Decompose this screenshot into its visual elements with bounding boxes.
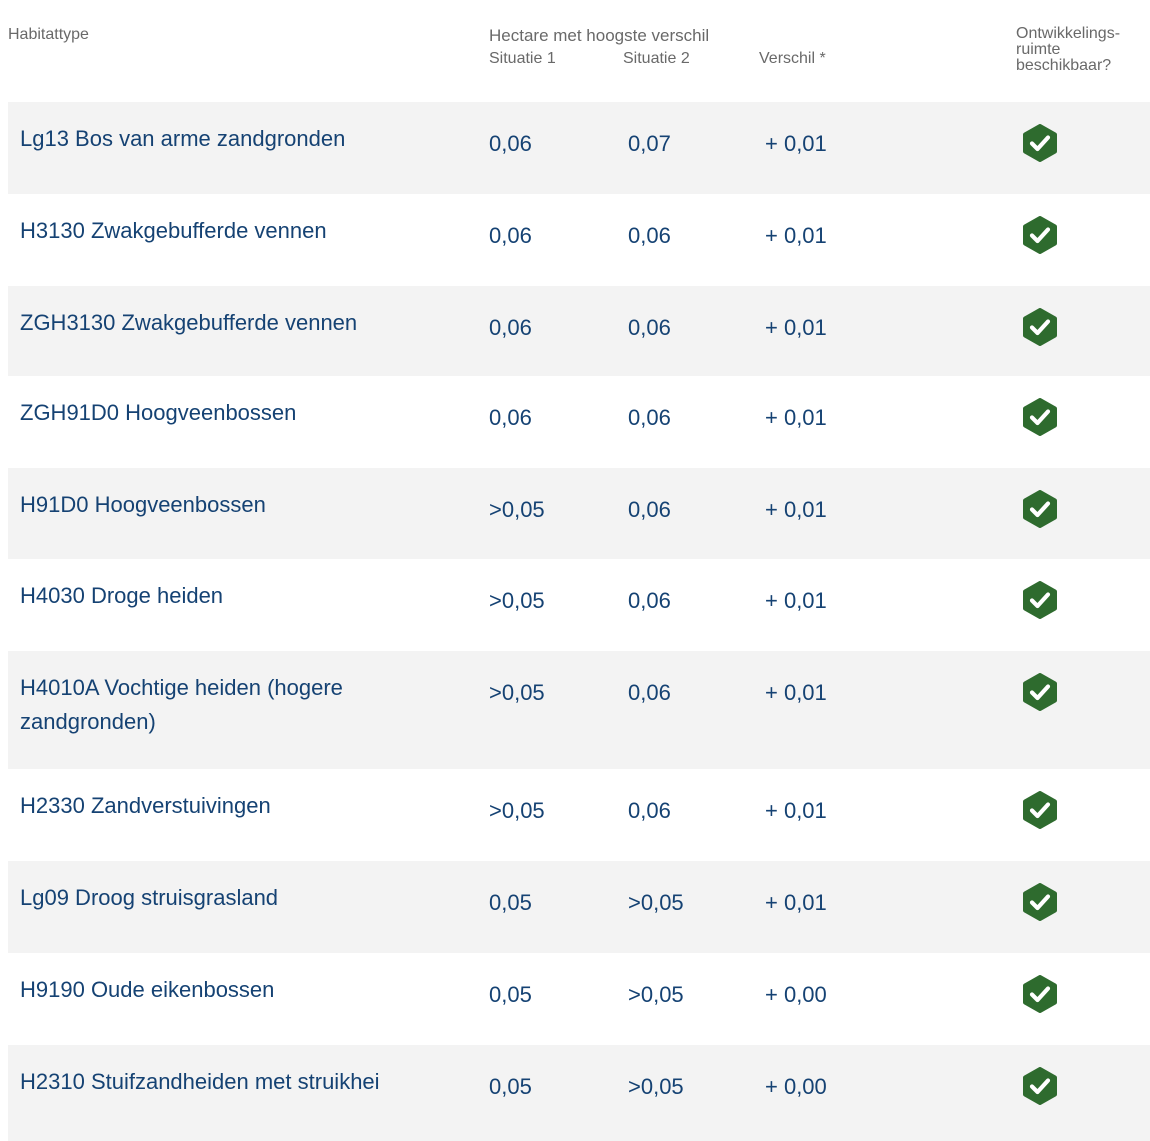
- table-row: ZGH3130 Zwakgebufferde vennen 0,06 0,06 + 0…: [8, 286, 1150, 376]
- table-body: Lg13 Bos van arme zandgronden 0,06 0,07 + 0…: [8, 102, 1150, 1141]
- header-situation-2: Situatie 2: [623, 50, 690, 67]
- situation-1-value: 0,06: [489, 223, 532, 248]
- situation-2-value: >0,05: [628, 890, 684, 915]
- habitat-name[interactable]: H3130 Zwakgebufferde vennen: [20, 214, 460, 248]
- header-development-line2: ruimte: [1016, 41, 1061, 58]
- difference-value: + 0,01: [765, 680, 827, 705]
- check-badge-icon: [1021, 581, 1059, 619]
- situation-2-value: 0,06: [628, 588, 671, 613]
- table-row: H2330 Zandverstuivingen >0,05 0,06 + 0,01: [8, 769, 1150, 861]
- table-row: H3130 Zwakgebufferde vennen 0,06 0,06 + 0,0…: [8, 194, 1150, 286]
- table-row: Lg09 Droog struisgrasland 0,05 >0,05 + 0,01: [8, 861, 1150, 953]
- check-badge-icon: [1021, 975, 1059, 1013]
- check-badge-icon: [1021, 791, 1059, 829]
- difference-value: + 0,01: [765, 131, 827, 156]
- difference-value: + 0,01: [765, 315, 827, 340]
- situation-2-value: 0,06: [628, 405, 671, 430]
- habitat-name[interactable]: H2330 Zandverstuivingen: [20, 789, 460, 823]
- difference-value: + 0,01: [765, 497, 827, 522]
- situation-1-value: 0,06: [489, 131, 532, 156]
- habitat-name[interactable]: ZGH91D0 Hoogveenbossen: [20, 396, 460, 430]
- check-badge-icon: [1021, 1067, 1059, 1105]
- situation-2-value: 0,06: [628, 497, 671, 522]
- situation-1-value: 0,05: [489, 890, 532, 915]
- habitat-name[interactable]: H91D0 Hoogveenbossen: [20, 488, 460, 522]
- situation-2-value: 0,06: [628, 315, 671, 340]
- difference-value: + 0,01: [765, 798, 827, 823]
- difference-value: + 0,01: [765, 223, 827, 248]
- situation-1-value: 0,05: [489, 1074, 532, 1099]
- habitat-table: Habitattype Hectare met hoogste verschil…: [8, 11, 1150, 1141]
- difference-value: + 0,00: [765, 982, 827, 1007]
- habitat-name[interactable]: Lg09 Droog struisgrasland: [20, 881, 460, 915]
- table-row: H91D0 Hoogveenbossen >0,05 0,06 + 0,01: [8, 468, 1150, 559]
- header-situation-1: Situatie 1: [489, 50, 556, 67]
- situation-2-value: >0,05: [628, 1074, 684, 1099]
- difference-value: + 0,01: [765, 405, 827, 430]
- check-badge-icon: [1021, 398, 1059, 436]
- difference-value: + 0,01: [765, 588, 827, 613]
- table-row: ZGH91D0 Hoogveenbossen 0,06 0,06 + 0,01: [8, 376, 1150, 468]
- check-badge-icon: [1021, 673, 1059, 711]
- table-row: H2310 Stuifzandheiden met struikhei 0,05 >…: [8, 1045, 1150, 1141]
- situation-1-value: >0,05: [489, 588, 545, 613]
- habitat-name[interactable]: Lg13 Bos van arme zandgronden: [20, 122, 460, 156]
- header-hectare-group: Hectare met hoogste verschil: [489, 26, 710, 45]
- check-badge-icon: [1021, 883, 1059, 921]
- check-badge-icon: [1021, 490, 1059, 528]
- situation-2-value: 0,06: [628, 223, 671, 248]
- habitat-name[interactable]: H4010A Vochtige heiden (hogere zandgrond…: [20, 671, 460, 739]
- difference-value: + 0,00: [765, 1074, 827, 1099]
- check-badge-icon: [1021, 216, 1059, 254]
- situation-2-value: 0,06: [628, 798, 671, 823]
- table-header: Habitattype Hectare met hoogste verschil…: [8, 11, 1150, 102]
- check-badge-icon: [1021, 124, 1059, 162]
- situation-2-value: 0,06: [628, 680, 671, 705]
- habitat-name[interactable]: H4030 Droge heiden: [20, 579, 460, 613]
- header-development-line1: Ontwikkelings-: [1016, 25, 1121, 42]
- table-row: H4010A Vochtige heiden (hogere zandgrond…: [8, 651, 1150, 769]
- header-development-line3: beschikbaar?: [1016, 57, 1112, 74]
- header-difference: Verschil *: [759, 50, 826, 67]
- habitat-name[interactable]: H2310 Stuifzandheiden met struikhei: [20, 1065, 460, 1099]
- habitat-name[interactable]: ZGH3130 Zwakgebufferde vennen: [20, 306, 460, 340]
- situation-1-value: 0,06: [489, 405, 532, 430]
- situation-2-value: 0,07: [628, 131, 671, 156]
- table-row: Lg13 Bos van arme zandgronden 0,06 0,07 + 0…: [8, 102, 1150, 194]
- check-badge-icon: [1021, 308, 1059, 346]
- habitat-name[interactable]: H9190 Oude eikenbossen: [20, 973, 460, 1007]
- header-development-space: Ontwikkelings- ruimte beschikbaar?: [1016, 26, 1150, 74]
- table-row: H4030 Droge heiden >0,05 0,06 + 0,01: [8, 559, 1150, 651]
- situation-1-value: >0,05: [489, 798, 545, 823]
- situation-1-value: 0,05: [489, 982, 532, 1007]
- situation-1-value: >0,05: [489, 497, 545, 522]
- situation-2-value: >0,05: [628, 982, 684, 1007]
- difference-value: + 0,01: [765, 890, 827, 915]
- situation-1-value: 0,06: [489, 315, 532, 340]
- table-row: H9190 Oude eikenbossen 0,05 >0,05 + 0,00: [8, 953, 1150, 1045]
- situation-1-value: >0,05: [489, 680, 545, 705]
- header-habitat: Habitattype: [8, 26, 89, 43]
